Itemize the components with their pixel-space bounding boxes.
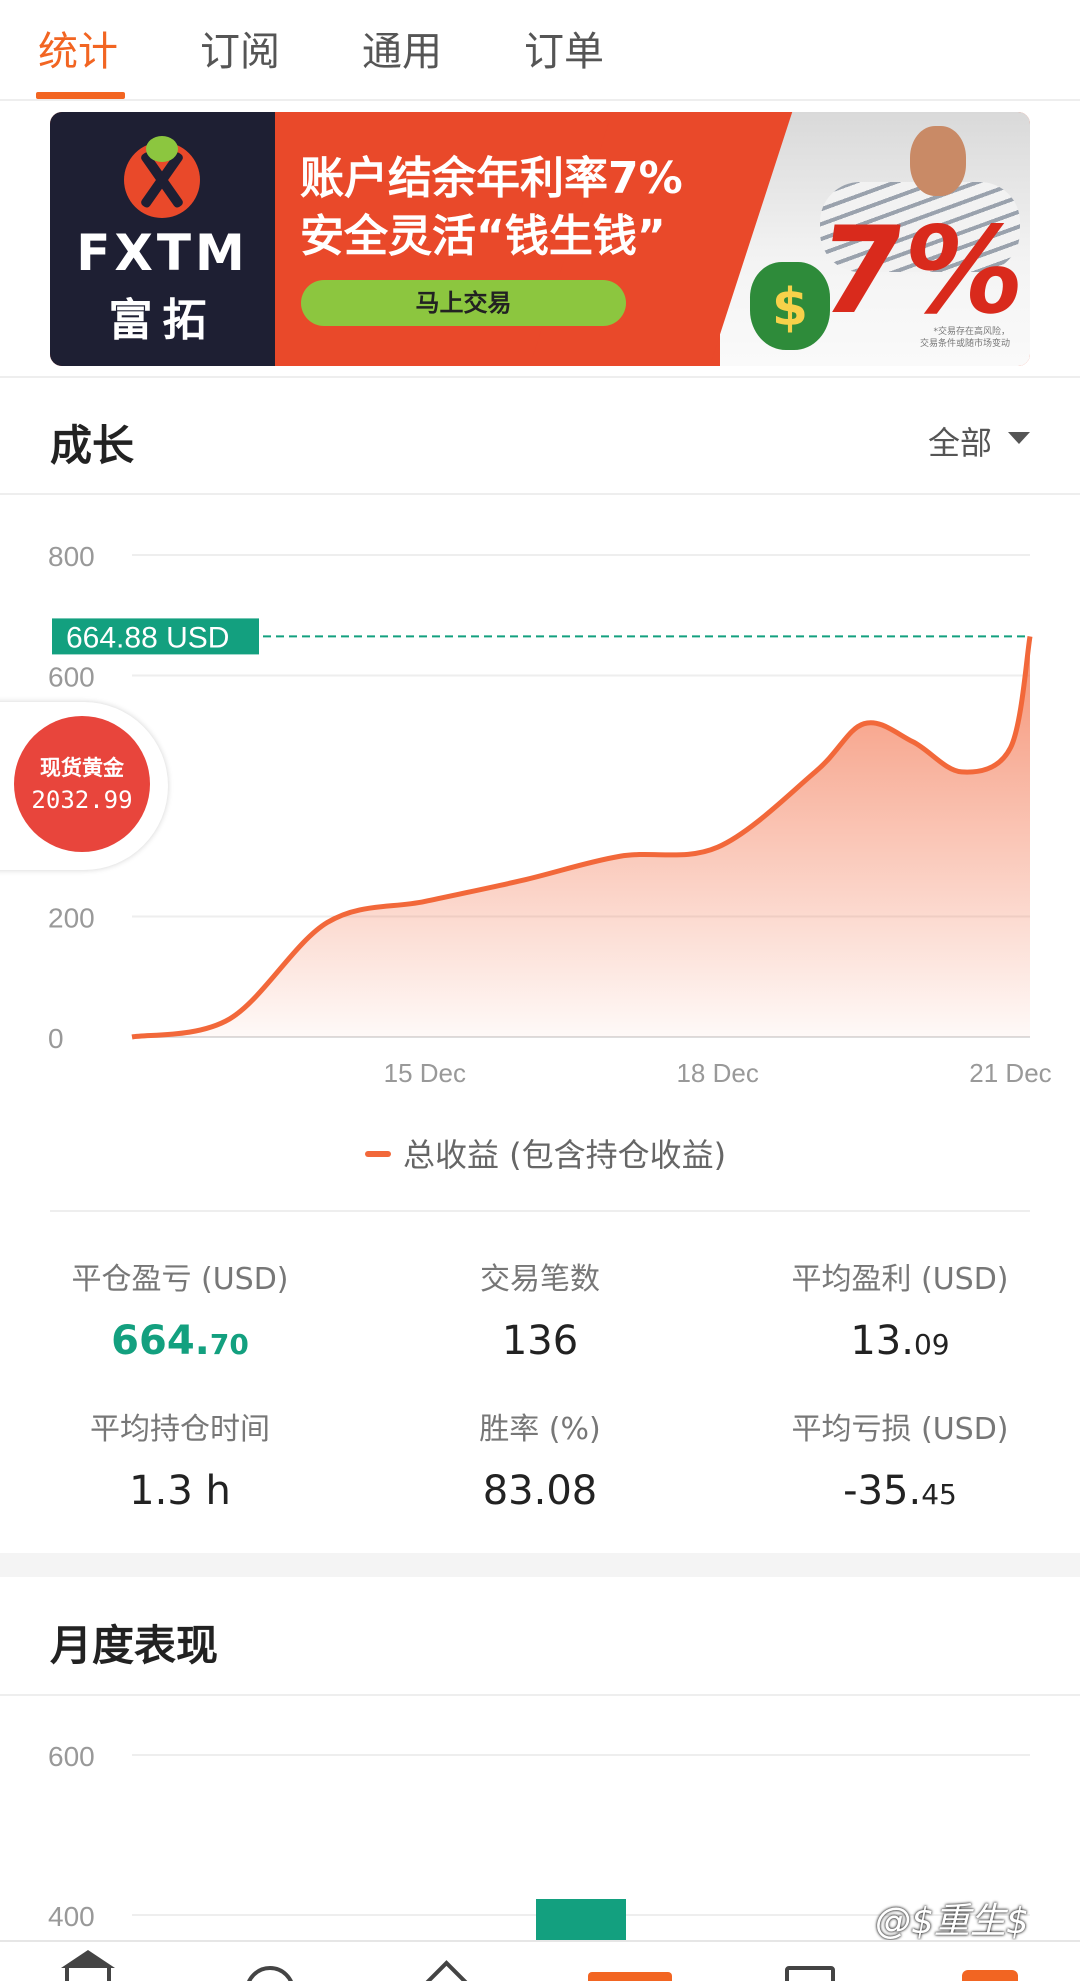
y-tick-label: 400 — [48, 1901, 95, 1932]
stat-label: 平均持仓时间 — [90, 1412, 270, 1447]
divider — [0, 493, 1080, 495]
stat-avg-loss: 平均亏损 (USD) -35.45 — [720, 1404, 1080, 1514]
x-tick-label: 18 Dec — [676, 1058, 758, 1088]
stat-label: 平仓盈亏 (USD) — [71, 1262, 289, 1297]
gold-price-circle[interactable]: 现货黄金 2032.99 — [14, 716, 150, 852]
tab-statistics[interactable]: 统计 — [38, 24, 118, 80]
current-value-label: 664.88 USD — [66, 621, 229, 654]
banner-big-figure: 7% — [810, 202, 1030, 341]
bottom-nav — [0, 1940, 1080, 1981]
top-tab-bar: 统计 订阅 通用 订单 — [0, 0, 1080, 101]
y-tick-label: 800 — [48, 541, 95, 572]
x-tick-label: 21 Dec — [969, 1058, 1051, 1088]
banner-subheadline: 安全灵活“钱生钱” — [300, 211, 666, 262]
tab-general[interactable]: 通用 — [362, 24, 442, 80]
divider — [0, 376, 1080, 378]
growth-title: 成长 — [50, 421, 135, 470]
banner-brand: FXTM — [76, 224, 249, 282]
stat-value: 664.70 — [111, 1318, 249, 1364]
gold-name: 现货黄金 — [40, 756, 124, 780]
document-icon[interactable] — [785, 1966, 835, 1981]
home-icon[interactable] — [61, 1950, 115, 1981]
legend-swatch — [365, 1151, 391, 1157]
stat-value: 83.08 — [482, 1468, 598, 1514]
community-icon[interactable] — [418, 1960, 482, 1981]
caret-down-icon[interactable] — [1008, 432, 1030, 444]
section-separator — [0, 1553, 1080, 1577]
stat-win-rate: 胜率 (%) 83.08 — [360, 1404, 720, 1514]
tab-orders[interactable]: 订单 — [524, 24, 604, 80]
active-tab-indicator — [36, 92, 125, 99]
stat-value: 1.3 h — [129, 1468, 231, 1514]
y-tick-label: 0 — [48, 1023, 64, 1054]
stat-value: 136 — [501, 1318, 579, 1364]
gold-price-badge[interactable]: 现货黄金 2032.99 — [0, 702, 168, 870]
ad-banner[interactable]: *交易存在高风险， 交易条件或随市场变动 FXTM 富拓 账户结余年利率7% 安… — [50, 112, 1030, 366]
banner-brand-cn: 富拓 — [108, 295, 217, 346]
y-tick-label: 600 — [48, 662, 95, 693]
banner-headline: 账户结余年利率7% — [300, 153, 683, 204]
stat-label: 平均亏损 (USD) — [791, 1412, 1009, 1447]
stat-label: 交易笔数 — [480, 1262, 600, 1297]
banner-trade-button[interactable]: 马上交易 — [301, 280, 626, 326]
user-icon[interactable] — [962, 1970, 1018, 1981]
fxtm-mark-icon — [124, 136, 200, 218]
gold-price: 2032.99 — [31, 786, 133, 814]
stat-label: 胜率 (%) — [479, 1412, 601, 1447]
x-tick-label: 15 Dec — [384, 1058, 466, 1088]
stat-label: 平均盈利 (USD) — [791, 1262, 1009, 1297]
growth-area — [132, 636, 1030, 1037]
divider — [50, 1210, 1030, 1212]
stat-value: 13.09 — [850, 1318, 950, 1364]
growth-filter-dropdown[interactable]: 全部 — [928, 418, 992, 464]
stat-trade-count: 交易笔数 136 — [360, 1254, 720, 1364]
active-nav-icon[interactable] — [588, 1972, 672, 1981]
legend-label: 总收益 (包含持仓收益) — [403, 1136, 727, 1174]
watermark: @$重生$ — [875, 1901, 1029, 1942]
stat-avg-profit: 平均盈利 (USD) 13.09 — [720, 1254, 1080, 1364]
market-icon[interactable] — [245, 1966, 295, 1981]
stat-avg-holding-time: 平均持仓时间 1.3 h — [0, 1404, 360, 1514]
tab-subscription[interactable]: 订阅 — [200, 24, 280, 80]
stat-value: -35.45 — [843, 1468, 957, 1514]
monthly-title: 月度表现 — [50, 1621, 219, 1670]
chart-legend: 总收益 (包含持仓收益) — [365, 1130, 726, 1176]
divider — [0, 1694, 1080, 1696]
y-tick-label: 200 — [48, 903, 95, 934]
y-tick-label: 600 — [48, 1741, 95, 1772]
monthly-bar — [536, 1899, 626, 1940]
stat-closed-pnl: 平仓盈亏 (USD) 664.70 — [0, 1254, 360, 1364]
fxtm-logo: FXTM 富拓 — [50, 112, 275, 366]
